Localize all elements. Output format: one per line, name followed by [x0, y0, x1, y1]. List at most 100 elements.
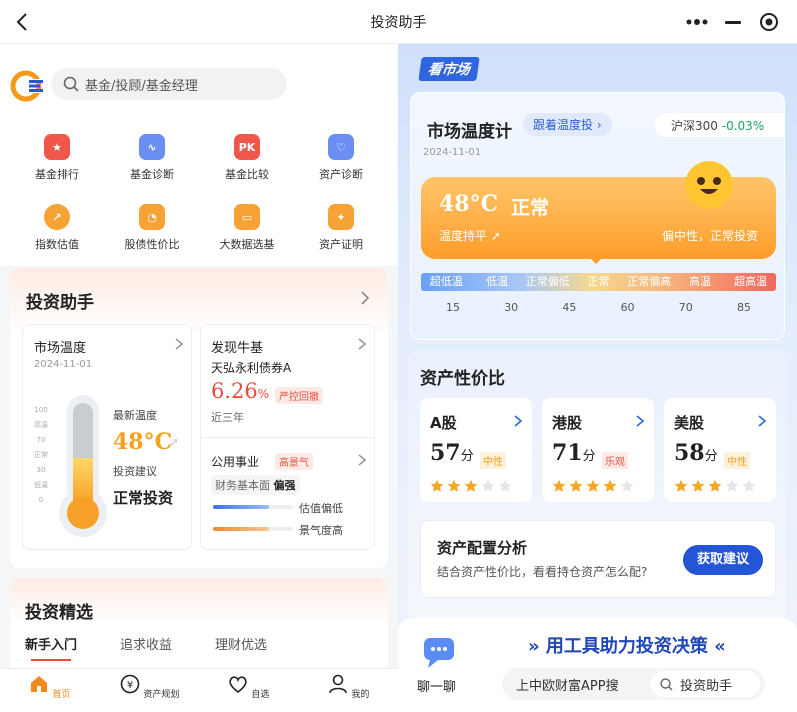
star-icon	[691, 479, 705, 492]
nav-label: 我的	[351, 690, 370, 700]
score-unit: 分	[460, 449, 474, 464]
market-score: 71分	[552, 440, 596, 466]
zone-label: 低温	[486, 275, 509, 288]
slogan-text: 用工具助力投资决策	[545, 636, 708, 657]
scale-label: 70	[36, 436, 46, 444]
zone-label: 超高温	[734, 275, 768, 288]
fundamental-label: 财务基本面 偏强	[211, 475, 300, 495]
banner-status: 正常	[511, 197, 550, 219]
chat-label[interactable]: 聊一聊	[417, 676, 456, 695]
page-title: 投资助手	[370, 15, 427, 31]
tick-label: 70	[678, 301, 693, 314]
market-score: 58分	[674, 440, 718, 466]
sentiment-tag: 中性	[480, 452, 506, 469]
latest-temp-value: 48°C	[113, 429, 173, 455]
chat-bubble-icon[interactable]	[420, 636, 458, 670]
advice-value: 正常投资	[113, 489, 174, 507]
tick-label: 60	[620, 301, 635, 314]
star-icon	[552, 479, 566, 492]
nav-label: 首页	[52, 690, 71, 700]
market-name: 港股	[552, 414, 583, 432]
follow-temp-button[interactable]: 跟着温度投 ›	[523, 113, 612, 136]
search-input[interactable]: 基金/投顾/基金经理	[51, 68, 287, 100]
rate-value: 6.26	[211, 379, 258, 403]
trend-arrow-icon: ➚	[169, 435, 180, 449]
bull-fund-name: 天弘永利债券A	[211, 361, 292, 375]
chevron-right-icon[interactable]	[360, 290, 370, 306]
star-icon	[708, 479, 722, 492]
nav-label: 自选	[251, 690, 270, 700]
star-icon	[481, 479, 495, 492]
minimize-icon[interactable]	[723, 10, 743, 34]
bull-fund-card[interactable]: 发现牛基 天弘永利债券A 6.26% 严控回撤 近三年 公用事业 高景气 财务基…	[200, 324, 375, 550]
zone-ticks: 15 30 45 60 70 85	[446, 301, 751, 314]
search-term-box: 投资助手	[650, 671, 760, 697]
tab-returns[interactable]: 追求收益	[120, 634, 172, 653]
user-icon	[328, 674, 347, 694]
nav-planning[interactable]: ¥ 资产规划	[114, 673, 184, 700]
scale-label: 0	[38, 496, 44, 504]
index-ticker: 沪深300 -0.03%	[655, 113, 785, 137]
logo-icon	[10, 70, 43, 102]
more-icon[interactable]	[684, 10, 710, 34]
tick-label: 85	[736, 301, 751, 314]
star-icon	[725, 479, 739, 492]
chevron-right-icon	[758, 415, 766, 427]
rate-unit: %	[257, 387, 270, 401]
allocation-card: 资产配置分析 结合资产性价比，看看持仓资产怎么配? 获取建议	[420, 520, 776, 598]
score-unit: 分	[582, 449, 596, 464]
sentiment-tag: 中性	[724, 452, 750, 469]
tick-label: 30	[504, 301, 519, 314]
chevron-right-icon	[358, 338, 366, 350]
promo-search[interactable]: 上中欧财富APP搜 投资助手	[502, 668, 765, 700]
bottom-nav: 首页 ¥ 资产规划 自选 我的	[0, 668, 398, 712]
temp-scale: 100 高温 70 正常 30 低温 0	[31, 403, 51, 508]
scale-label: 低温	[34, 481, 48, 489]
tool-fund-diagnosis[interactable]: ∿ 基金诊断	[107, 134, 197, 182]
market-temp-card[interactable]: 市场温度 2024-11-01 100 高温 70 正常 30 低温 0 最新温…	[22, 324, 192, 550]
star-icon	[620, 479, 634, 492]
picks-title: 投资精选	[25, 603, 93, 623]
tool-fund-ranking[interactable]: ★ 基金排行	[12, 134, 102, 182]
valuation-label: 估值偏低	[299, 502, 343, 515]
banner-advice: 偏中性，正常投资	[661, 229, 758, 243]
get-advice-button[interactable]: 获取建议	[683, 545, 763, 575]
svg-text:¥: ¥	[126, 680, 132, 691]
market-name: A股	[430, 414, 457, 432]
star-icon	[603, 479, 617, 492]
allocation-title: 资产配置分析	[437, 539, 528, 557]
market-us-share[interactable]: 美股 58分 中性	[664, 398, 776, 502]
home-icon	[30, 676, 47, 692]
value-ratio-title: 资产性价比	[420, 369, 505, 389]
trend-label: 温度持平	[439, 229, 488, 243]
close-circle-icon[interactable]	[757, 10, 781, 34]
market-name: 美股	[674, 414, 705, 432]
chevron-right-icon	[514, 415, 522, 427]
market-temp-title: 市场温度	[34, 341, 87, 356]
trophy-icon: ★	[44, 134, 70, 160]
market-hk-share[interactable]: 港股 71分 乐观	[542, 398, 654, 502]
temperature-zone-bar: 超低温 低温 正常偏低 正常 正常偏高 高温 超高温	[421, 273, 776, 291]
follow-label: 跟着温度投	[533, 118, 594, 132]
temp-banner: 48°C 正常 温度持平 ➚ 偏中性，正常投资	[421, 161, 776, 264]
period-label: 近三年	[211, 411, 244, 424]
tool-stock-bond-ratio[interactable]: ◔ 股债性价比	[107, 204, 197, 252]
star-icon	[742, 479, 756, 492]
market-temp-date: 2024-11-01	[34, 359, 93, 370]
nav-mine[interactable]: 我的	[313, 673, 383, 700]
nav-watchlist[interactable]: 自选	[213, 673, 283, 700]
search-prefix: 上中欧财富APP搜	[516, 679, 619, 694]
tool-asset-certificate[interactable]: ✦ 资产证明	[296, 204, 386, 252]
tool-bigdata-pick[interactable]: ▭ 大数据选基	[202, 204, 292, 252]
market-a-share[interactable]: A股 57分 中性	[420, 398, 532, 502]
nav-home[interactable]: 首页	[14, 673, 84, 700]
tool-index-valuation[interactable]: ↗ 指数估值	[12, 204, 102, 252]
tab-newbie[interactable]: 新手入门	[25, 634, 77, 661]
market-badge: 看市场	[418, 57, 480, 81]
tool-asset-diagnosis[interactable]: ♡ 资产诊断	[296, 134, 386, 182]
tab-wealth[interactable]: 理财优选	[215, 634, 267, 653]
tab-label: 新手入门	[25, 638, 78, 653]
tool-fund-compare[interactable]: PK 基金比较	[202, 134, 292, 182]
search-icon	[660, 678, 673, 691]
boom-label: 景气度高	[299, 524, 343, 537]
